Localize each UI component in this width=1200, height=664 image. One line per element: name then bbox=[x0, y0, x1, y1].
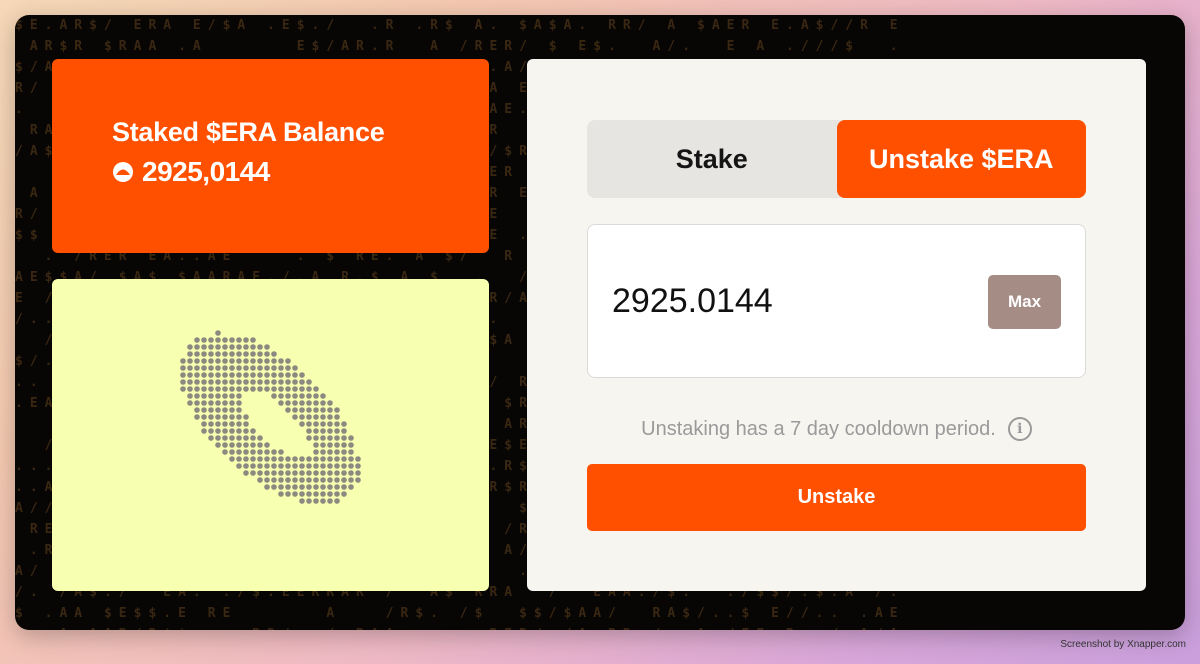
app-frame: $E.AR$/ ERA E/$A .E$./ .R .R$ A. $A$A. R… bbox=[15, 15, 1185, 630]
token-art-card bbox=[52, 279, 489, 591]
balance-title: Staked $ERA Balance bbox=[112, 117, 385, 147]
amount-input[interactable] bbox=[612, 275, 972, 327]
balance-value: 2925,0144 bbox=[142, 156, 270, 187]
dotted-ring-artwork bbox=[180, 330, 361, 504]
stake-tabs: Stake Unstake $ERA bbox=[587, 120, 1086, 198]
staked-balance-card: Staked $ERA Balance 2925,0144 bbox=[52, 59, 489, 253]
unstake-form-card: Stake Unstake $ERA Max Unstaking has a 7… bbox=[527, 59, 1146, 591]
max-button[interactable]: Max bbox=[988, 275, 1061, 329]
info-icon[interactable]: i bbox=[1007, 417, 1032, 441]
screenshot-credit: Screenshot by Xnapper.com bbox=[1060, 639, 1186, 650]
tab-unstake[interactable]: Unstake $ERA bbox=[836, 120, 1086, 198]
era-token-icon bbox=[113, 162, 133, 182]
tab-stake[interactable]: Stake bbox=[587, 120, 837, 198]
balance-row: 2925,0144 bbox=[112, 156, 489, 188]
unstake-button[interactable]: Unstake bbox=[587, 464, 1086, 531]
amount-field-box: Max bbox=[587, 224, 1086, 378]
cooldown-notice: Unstaking has a 7 day cooldown period. i bbox=[587, 417, 1086, 441]
cooldown-text: Unstaking has a 7 day cooldown period. bbox=[641, 417, 996, 440]
